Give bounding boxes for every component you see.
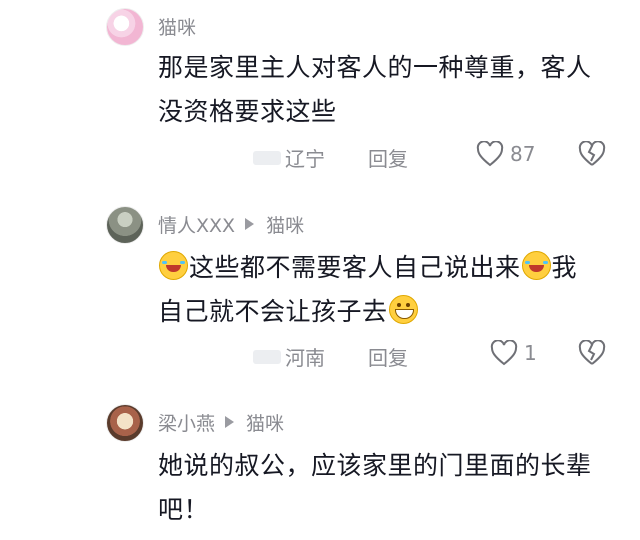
reply-to-username[interactable]: 猫咪 bbox=[266, 211, 304, 238]
like-button[interactable]: 87 bbox=[476, 141, 535, 167]
avatar[interactable] bbox=[106, 8, 144, 46]
reply-button[interactable]: 回复 bbox=[368, 342, 408, 371]
comment-author-row: 梁小燕 猫咪 bbox=[158, 409, 284, 435]
comment-actions: 辽宁 回复 87 bbox=[0, 140, 640, 172]
broken-heart-icon bbox=[578, 339, 606, 365]
laughing-crying-emoji-icon bbox=[159, 251, 188, 280]
comment-text: 她说的叔公，应该家里的门里面的长辈 吧！ bbox=[158, 444, 618, 532]
location-label: 辽宁 bbox=[253, 143, 325, 172]
comment-author-row: 猫咪 bbox=[158, 13, 196, 39]
comment-actions: 河南 回复 1 bbox=[0, 339, 640, 371]
reply-arrow-icon bbox=[245, 218, 255, 230]
comment-text-line: 她说的叔公，应该家里的门里面的长辈 bbox=[158, 451, 592, 480]
comment-text-line: 自己就不会让孩子去 bbox=[158, 290, 618, 334]
username[interactable]: 梁小燕 bbox=[158, 409, 215, 436]
comment-text-line: 那是家里主人对客人的一种尊重，客人 bbox=[158, 53, 592, 82]
dislike-button[interactable] bbox=[578, 339, 606, 371]
comment-text-segment: 我 bbox=[551, 253, 578, 282]
reply-button[interactable]: 回复 bbox=[368, 143, 408, 172]
blurred-ip bbox=[253, 150, 281, 165]
username[interactable]: 情人XXX bbox=[158, 211, 235, 238]
laughing-crying-emoji-icon bbox=[521, 251, 551, 280]
like-count: 1 bbox=[524, 341, 537, 365]
username[interactable]: 猫咪 bbox=[158, 13, 196, 40]
comment-text-line: 没资格要求这些 bbox=[158, 97, 337, 126]
comment-text-line: 这些都不需要客人自己说出来 我 bbox=[158, 246, 618, 290]
like-count: 87 bbox=[510, 142, 536, 166]
heart-icon bbox=[476, 141, 504, 167]
dislike-button[interactable] bbox=[578, 140, 606, 172]
comment-text-line: 吧！ bbox=[158, 495, 210, 524]
comment-text-segment: 自己就不会让孩子去 bbox=[158, 297, 388, 326]
avatar[interactable] bbox=[106, 404, 144, 442]
reply-arrow-icon bbox=[225, 416, 235, 428]
comment-text-segment: 这些都不需要客人自己说出来 bbox=[189, 253, 521, 282]
reply-to-username[interactable]: 猫咪 bbox=[246, 409, 284, 436]
heart-icon bbox=[490, 340, 518, 366]
location-label: 河南 bbox=[253, 342, 325, 371]
broken-heart-icon bbox=[578, 140, 606, 166]
location-text: 河南 bbox=[285, 346, 325, 370]
comment-text: 那是家里主人对客人的一种尊重，客人 没资格要求这些 bbox=[158, 46, 618, 134]
avatar[interactable] bbox=[106, 206, 144, 244]
like-button[interactable]: 1 bbox=[490, 340, 537, 366]
blurred-ip bbox=[253, 349, 281, 364]
comment-text: 这些都不需要客人自己说出来 我 自己就不会让孩子去 bbox=[158, 246, 618, 334]
location-text: 辽宁 bbox=[285, 147, 325, 171]
comment-author-row: 情人XXX 猫咪 bbox=[158, 211, 304, 237]
grinning-emoji-icon bbox=[388, 295, 418, 324]
